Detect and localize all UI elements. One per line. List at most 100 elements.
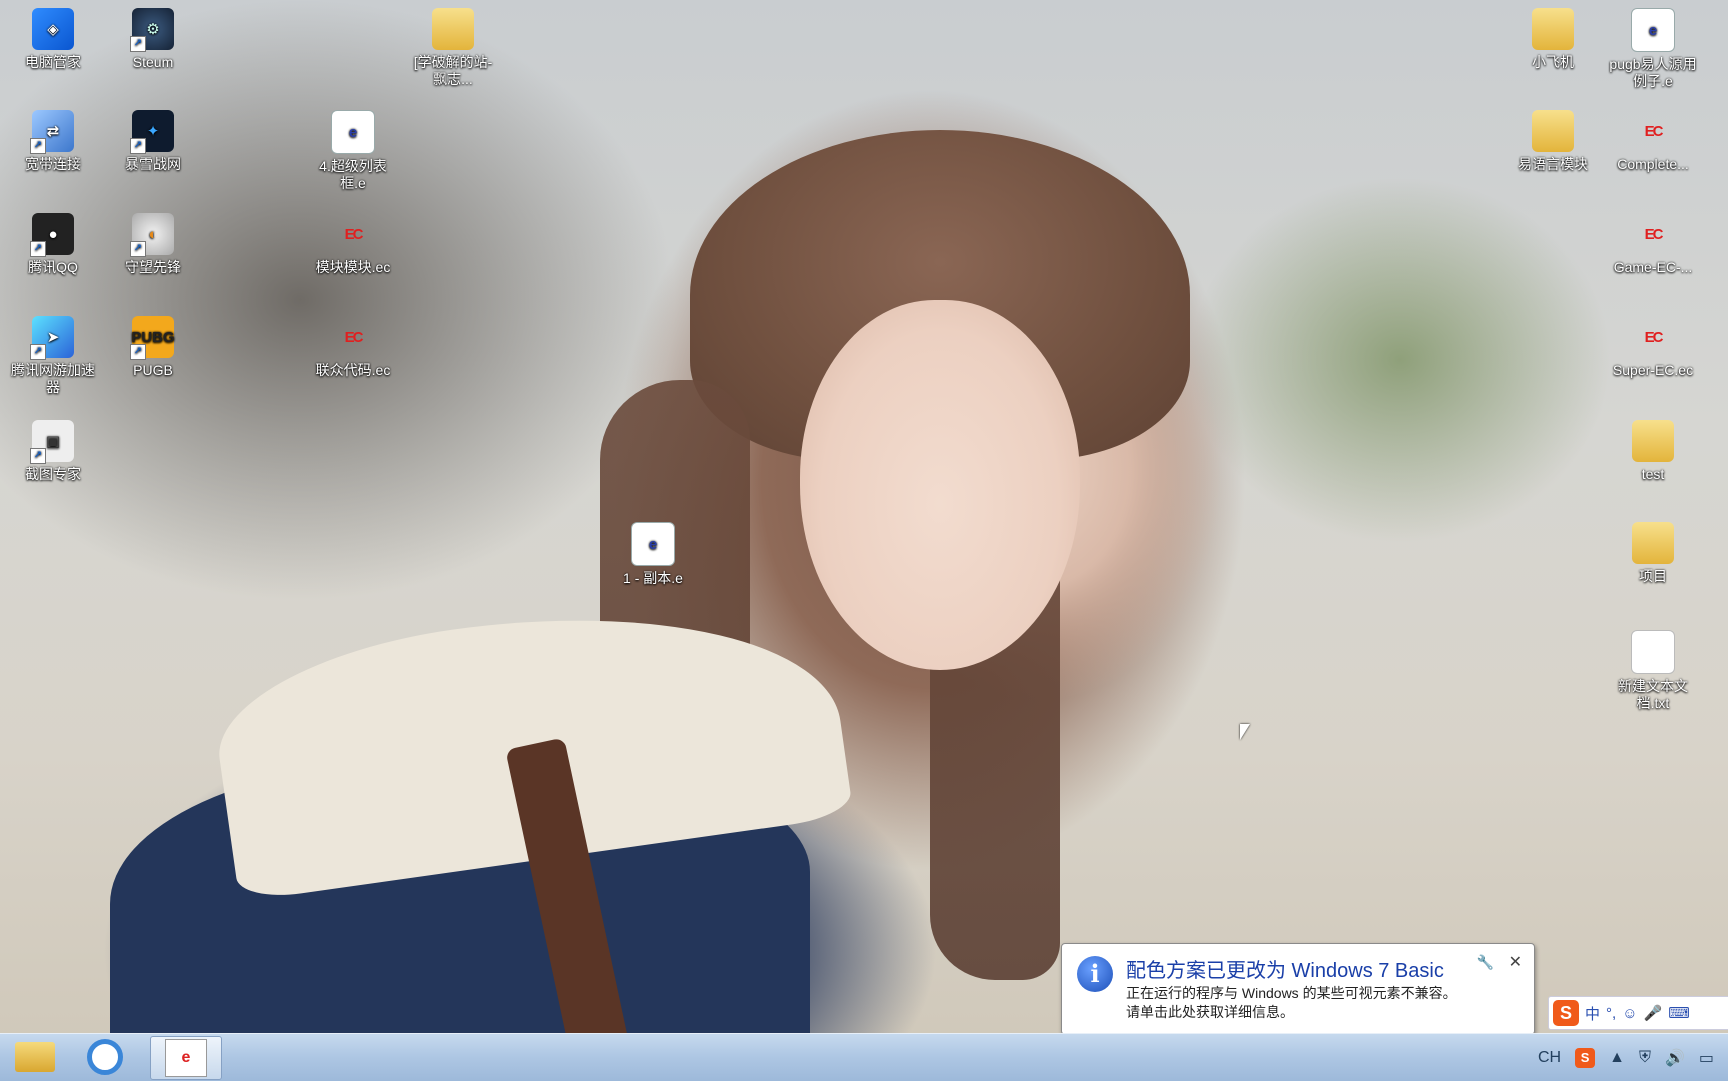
e-file-icon: e — [1631, 8, 1675, 52]
microphone-icon[interactable]: 🎤 — [1644, 1004, 1663, 1022]
desktop-icon-label: 联众代码.ec — [315, 362, 391, 378]
language-indicator[interactable]: CH — [1538, 1049, 1561, 1067]
camera-icon: ▣ ↗ — [30, 420, 74, 464]
desktop-icon-steam[interactable]: ⚙ ↗ Steum — [108, 8, 198, 71]
desktop-icon-label: 守望先锋 — [125, 259, 181, 275]
desktop-icon-label: 易语言模块 — [1518, 156, 1588, 172]
ec-module-icon: EC — [1644, 225, 1664, 243]
desktop-icon-label: 暴雪战网 — [125, 156, 181, 172]
overwatch-icon: ◐ ↗ — [130, 213, 174, 257]
taskbar-ie-button[interactable] — [70, 1036, 140, 1078]
system-tray: CH S ▲ ⛨ 🔊 ▭ — [1538, 1034, 1728, 1081]
desktop-icon-pc-manager[interactable]: ◈ 电脑管家 — [8, 8, 98, 71]
mouse-cursor-icon — [1240, 724, 1250, 740]
desktop-icon-module-ec[interactable]: EC 模块模块.ec — [308, 213, 398, 276]
desktop-icon-label: Steum — [132, 54, 174, 70]
folder-icon — [1532, 8, 1574, 50]
notification-line-2: 请单击此处获取详细信息。 — [1126, 1004, 1294, 1020]
folder-icon — [1532, 110, 1574, 152]
desktop-icon-label: 4.超级列表框.e — [319, 158, 387, 191]
desktop-icon-folder-crack-site[interactable]: [学破解的站-飘志... — [408, 8, 498, 88]
pubg-icon: PUBG ↗ — [130, 316, 175, 360]
folder-icon — [432, 8, 474, 50]
wallpaper-face — [800, 300, 1080, 670]
desktop-icon-label: 腾讯QQ — [28, 259, 78, 275]
taskbar-explorer-button[interactable] — [0, 1036, 70, 1078]
desktop-icon-label: 宽带连接 — [25, 156, 81, 172]
desktop-icon-super-listbox[interactable]: e 4.超级列表框.e — [308, 110, 398, 192]
desktop-icon-new-text-file[interactable]: 新建文本文档.txt — [1608, 630, 1698, 712]
info-icon: i — [1077, 956, 1113, 992]
desktop-icon-game-accelerator[interactable]: ➤ ↗ 腾讯网游加速器 — [8, 316, 98, 396]
desktop-icon-label: pugb易人源用例子.e — [1609, 56, 1697, 89]
wrench-icon[interactable]: 🔧 — [1477, 954, 1494, 971]
desktop-icon-label: 截图专家 — [25, 466, 81, 482]
notification-title: 配色方案已更改为 Windows 7 Basic — [1126, 960, 1444, 982]
desktop-icon-folder-xiaofeiji[interactable]: 小飞机 — [1508, 8, 1598, 71]
qq-penguin-icon: ● ↗ — [30, 213, 74, 257]
emoji-icon[interactable]: ☺ — [1622, 1005, 1637, 1022]
desktop-icon-lianzhong-ec[interactable]: EC 联众代码.ec — [308, 316, 398, 379]
e-file-icon: e — [331, 110, 375, 154]
desktop-icon-label: Complete... — [1617, 156, 1689, 172]
security-shield-icon[interactable]: ⛨ — [1639, 1049, 1651, 1067]
file-explorer-icon — [15, 1042, 55, 1072]
sogou-logo-icon[interactable]: S — [1553, 1000, 1579, 1026]
ec-module-icon: EC — [344, 328, 364, 346]
desktop-icon-label: 电脑管家 — [25, 54, 81, 70]
desktop-icon-label: Game-EC-... — [1613, 259, 1693, 275]
text-file-icon — [1631, 630, 1675, 674]
desktop-icon-qq[interactable]: ● ↗ 腾讯QQ — [8, 213, 98, 276]
notification-body: 正在运行的程序与 Windows 的某些可视元素不兼容。 请单击此处获取详细信息… — [1126, 984, 1457, 1022]
notification-balloon[interactable]: i 配色方案已更改为 Windows 7 Basic 正在运行的程序与 Wind… — [1061, 943, 1535, 1047]
desktop-icon-label: [学破解的站-飘志... — [413, 54, 493, 87]
desktop-icon-battlenet[interactable]: ✦ ↗ 暴雪战网 — [108, 110, 198, 173]
ec-module-icon: EC — [344, 225, 364, 243]
desktop-icon-folder-project[interactable]: 项目 — [1608, 522, 1698, 585]
desktop-icon-super-ec[interactable]: EC Super-EC.ec — [1608, 316, 1698, 379]
desktop-icon-pubg[interactable]: PUBG ↗ PUGB — [108, 316, 198, 379]
desktop-icon-folder-modules[interactable]: 易语言模块 — [1508, 110, 1598, 173]
keyboard-icon[interactable]: ⌨ — [1668, 1004, 1690, 1022]
e-file-icon: e — [631, 522, 675, 566]
desktop-icon-screenshot-expert[interactable]: ▣ ↗ 截图专家 — [8, 420, 98, 483]
pc-manager-icon: ◈ — [32, 8, 74, 50]
desktop-icon-overwatch[interactable]: ◐ ↗ 守望先锋 — [108, 213, 198, 276]
easy-language-icon: e — [165, 1039, 207, 1077]
sogou-tray-icon[interactable]: S — [1575, 1047, 1596, 1068]
desktop-icon-label: PUGB — [133, 362, 173, 378]
close-icon[interactable]: ✕ — [1509, 952, 1522, 972]
desktop-icon-folder-test[interactable]: test — [1608, 420, 1698, 483]
internet-explorer-icon — [87, 1039, 123, 1075]
desktop-icon-label: 模块模块.ec — [315, 259, 391, 275]
volume-icon[interactable]: 🔊 — [1665, 1048, 1685, 1068]
ime-mode-toggle[interactable]: 中 — [1585, 1003, 1600, 1024]
battlenet-icon: ✦ ↗ — [130, 110, 174, 154]
folder-icon — [1632, 420, 1674, 462]
broadband-connection-icon: ⇄ ↗ — [30, 110, 74, 154]
desktop-icon-broadband[interactable]: ⇄ ↗ 宽带连接 — [8, 110, 98, 173]
accelerator-icon: ➤ ↗ — [30, 316, 74, 360]
desktop-icon-pugb-example[interactable]: e pugb易人源用例子.e — [1608, 8, 1698, 90]
desktop-icon-label: 小飞机 — [1532, 54, 1574, 70]
desktop-icon-label: Super-EC.ec — [1612, 362, 1694, 378]
desktop-icon-label: 1 - 副本.e — [623, 570, 683, 586]
taskbar: e CH S ▲ ⛨ 🔊 ▭ — [0, 1033, 1728, 1081]
desktop-icon-label: 新建文本文档.txt — [1618, 678, 1688, 711]
desktop-icon-copy-e[interactable]: e 1 - 副本.e — [608, 522, 698, 587]
desktop-icon-label: test — [1641, 466, 1665, 482]
notification-line-1: 正在运行的程序与 Windows 的某些可视元素不兼容。 — [1126, 985, 1457, 1001]
network-icon[interactable]: ▭ — [1699, 1048, 1714, 1068]
punctuation-toggle[interactable]: °, — [1606, 1005, 1616, 1022]
steam-icon: ⚙ ↗ — [130, 8, 174, 52]
ec-module-icon: EC — [1644, 328, 1664, 346]
desktop-icon-label: 腾讯网游加速器 — [11, 362, 95, 395]
desktop-icon-complete-ec[interactable]: EC Complete... — [1608, 110, 1698, 173]
desktop-icon-game-ec[interactable]: EC Game-EC-... — [1608, 213, 1698, 276]
show-hidden-icons-arrow-icon[interactable]: ▲ — [1609, 1049, 1625, 1067]
ime-toolbar[interactable]: S 中 °, ☺ 🎤 ⌨ — [1548, 996, 1728, 1030]
desktop-icon-label: 项目 — [1639, 568, 1667, 584]
taskbar-easy-language-button[interactable]: e — [150, 1036, 222, 1080]
folder-icon — [1632, 522, 1674, 564]
ec-module-icon: EC — [1644, 122, 1664, 140]
